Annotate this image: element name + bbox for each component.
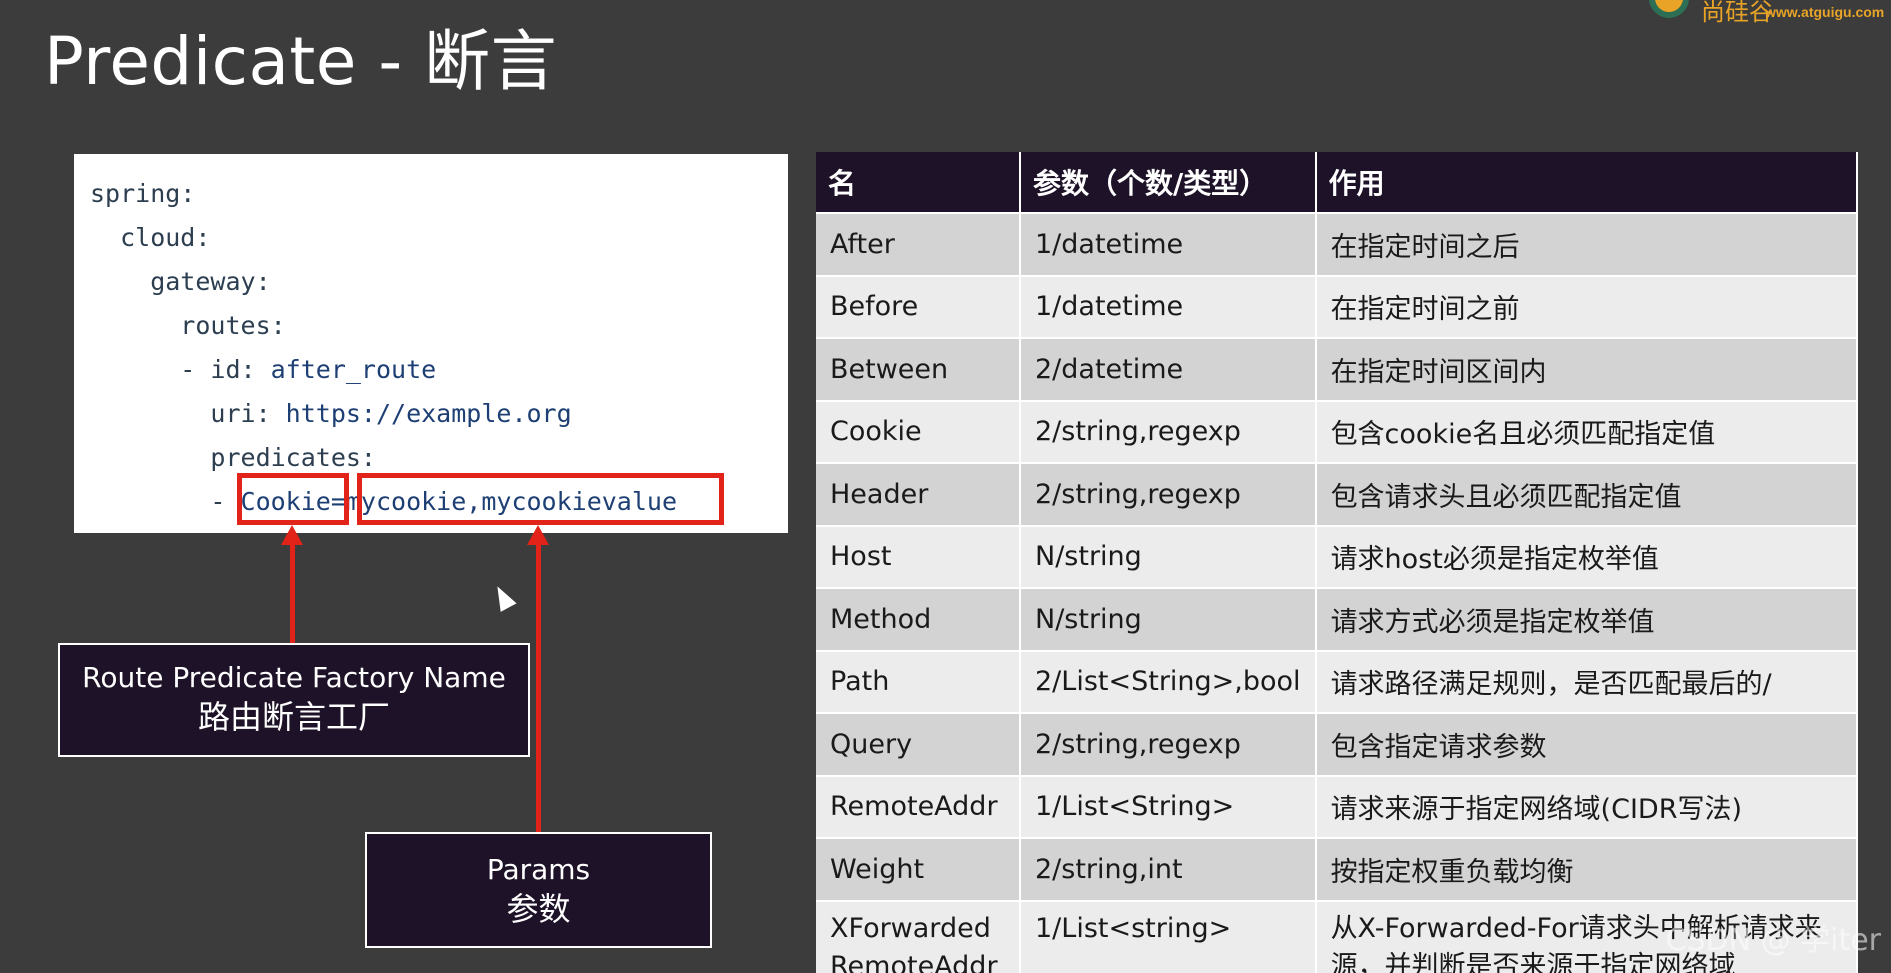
cell-effect: 请求来源于指定网络域(CIDR写法) bbox=[1315, 774, 1858, 838]
cell-name: Header bbox=[816, 462, 1021, 526]
params-zh: 参数 bbox=[506, 890, 571, 928]
cell-effect: 请求方式必须是指定枚举值 bbox=[1315, 587, 1858, 651]
cell-effect: 请求路径满足规则，是否匹配最后的/ bbox=[1315, 649, 1858, 713]
cell-effect: 包含cookie名且必须匹配指定值 bbox=[1315, 399, 1858, 463]
params-highlight bbox=[357, 473, 724, 525]
cell-params: 1/datetime bbox=[1020, 212, 1317, 276]
cell-effect: 在指定时间之前 bbox=[1315, 274, 1858, 338]
cell-name: XForwarded RemoteAddr bbox=[816, 899, 1021, 973]
mouse-cursor-icon bbox=[489, 582, 517, 612]
cell-name: Weight bbox=[816, 837, 1021, 901]
factory-name-callout: Route Predicate Factory Name 路由断言工厂 bbox=[58, 643, 530, 757]
factory-name-en: Route Predicate Factory Name bbox=[82, 661, 506, 694]
cell-effect: 按指定权重负载均衡 bbox=[1315, 837, 1858, 901]
table-row: Cookie 2/string,regexp 包含cookie名且必须匹配指定值 bbox=[816, 399, 1858, 463]
factory-name-highlight bbox=[237, 473, 349, 525]
cell-params: 2/List<String>,bool bbox=[1020, 649, 1317, 713]
table-row: Before 1/datetime 在指定时间之前 bbox=[816, 274, 1858, 338]
header-params: 参数（个数/类型） bbox=[1020, 152, 1317, 213]
code-line: gateway: bbox=[90, 267, 271, 296]
params-arrow-head bbox=[527, 525, 549, 545]
cell-params: 1/datetime bbox=[1020, 274, 1317, 338]
logo-url: www.atguigu.com bbox=[1765, 4, 1885, 20]
table-header-row: 名 参数（个数/类型） 作用 bbox=[816, 152, 1858, 213]
cell-params: 2/string,regexp bbox=[1020, 462, 1317, 526]
cell-effect: 请求host必须是指定枚举值 bbox=[1315, 524, 1858, 588]
cell-name: RemoteAddr bbox=[816, 774, 1021, 838]
cell-params: N/string bbox=[1020, 524, 1317, 588]
cell-params: 1/List<String> bbox=[1020, 774, 1317, 838]
cell-name: Path bbox=[816, 649, 1021, 713]
cell-name: Method bbox=[816, 587, 1021, 651]
table-row: Path 2/List<String>,bool 请求路径满足规则，是否匹配最后… bbox=[816, 649, 1858, 713]
params-arrow-line bbox=[536, 540, 541, 832]
cell-name: Cookie bbox=[816, 399, 1021, 463]
factory-name-zh: 路由断言工厂 bbox=[197, 698, 390, 736]
cell-params: N/string bbox=[1020, 587, 1317, 651]
code-line: - id: after_route bbox=[90, 355, 437, 384]
header-name: 名 bbox=[816, 152, 1021, 213]
cell-name: Host bbox=[816, 524, 1021, 588]
slide-title: Predicate - 断言 bbox=[44, 23, 558, 100]
table-row: Query 2/string,regexp 包含指定请求参数 bbox=[816, 712, 1858, 776]
predicate-table: 名 参数（个数/类型） 作用 After 1/datetime 在指定时间之后 … bbox=[816, 152, 1858, 973]
code-line: spring: bbox=[90, 179, 196, 208]
code-line: uri: https://example.org bbox=[90, 399, 572, 428]
cell-params: 1/List<string> bbox=[1020, 899, 1317, 973]
cell-effect: 在指定时间区间内 bbox=[1315, 337, 1858, 401]
cell-name: Between bbox=[816, 337, 1021, 401]
cell-name: Query bbox=[816, 712, 1021, 776]
table-row: Header 2/string,regexp 包含请求头且必须匹配指定值 bbox=[816, 462, 1858, 526]
factory-arrow-line bbox=[290, 540, 295, 643]
cell-name: Before bbox=[816, 274, 1021, 338]
table-row: Weight 2/string,int 按指定权重负载均衡 bbox=[816, 837, 1858, 901]
watermark: CSDN @ 学iter bbox=[1665, 923, 1882, 958]
table-row: RemoteAddr 1/List<String> 请求来源于指定网络域(CID… bbox=[816, 774, 1858, 838]
logo-text: 尚硅谷 bbox=[1701, 0, 1773, 26]
brand-logo: 尚硅谷 www.atguigu.com bbox=[1645, 0, 1891, 36]
code-line: cloud: bbox=[90, 223, 211, 252]
cell-effect: 包含请求头且必须匹配指定值 bbox=[1315, 462, 1858, 526]
params-callout: Params 参数 bbox=[365, 832, 712, 948]
cell-params: 2/string,regexp bbox=[1020, 712, 1317, 776]
code-line: routes: bbox=[90, 311, 286, 340]
cell-params: 2/string,int bbox=[1020, 837, 1317, 901]
cell-effect: 包含指定请求参数 bbox=[1315, 712, 1858, 776]
logo-icon bbox=[1649, 0, 1689, 18]
table-row: After 1/datetime 在指定时间之后 bbox=[816, 212, 1858, 276]
params-en: Params bbox=[486, 853, 591, 886]
cell-params: 2/string,regexp bbox=[1020, 399, 1317, 463]
cell-name: After bbox=[816, 212, 1021, 276]
cell-params: 2/datetime bbox=[1020, 337, 1317, 401]
table-row: Method N/string 请求方式必须是指定枚举值 bbox=[816, 587, 1858, 651]
table-row: Between 2/datetime 在指定时间区间内 bbox=[816, 337, 1858, 401]
table-row: Host N/string 请求host必须是指定枚举值 bbox=[816, 524, 1858, 588]
factory-arrow-head bbox=[281, 525, 303, 545]
cell-effect: 在指定时间之后 bbox=[1315, 212, 1858, 276]
header-effect: 作用 bbox=[1315, 152, 1858, 213]
